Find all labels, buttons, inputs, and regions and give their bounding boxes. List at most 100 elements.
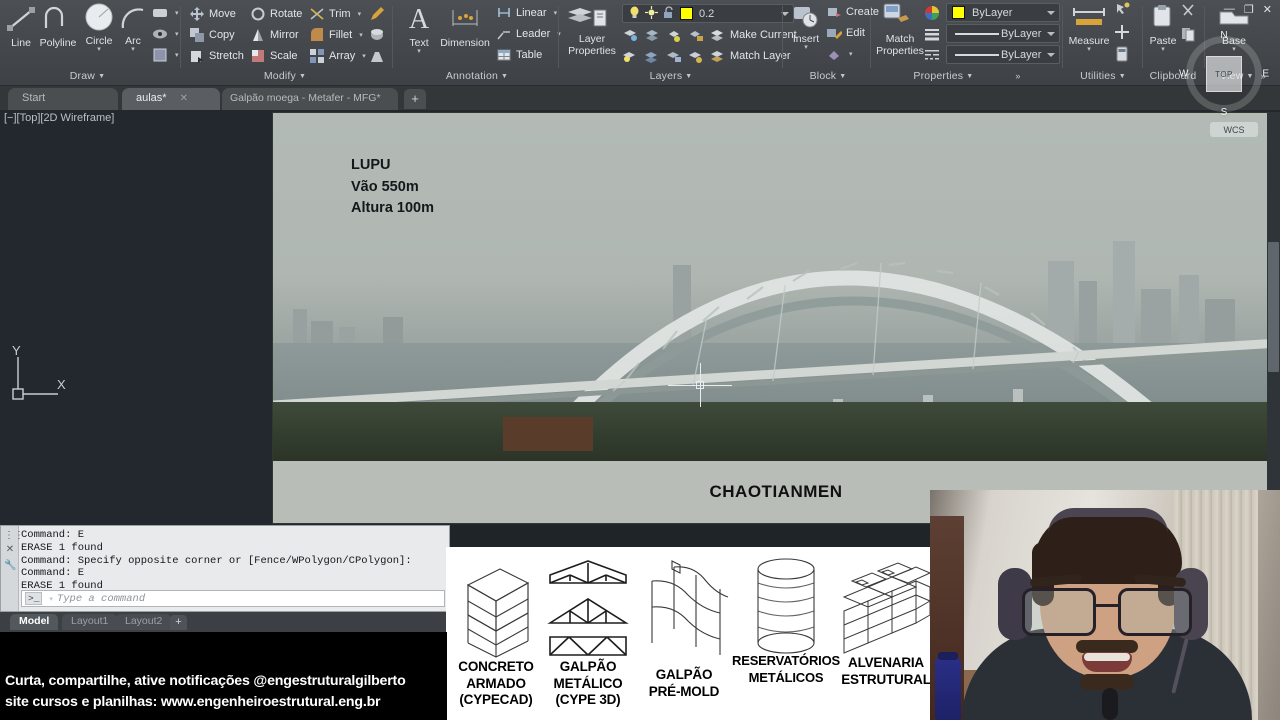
linewidth-control-icon-btn[interactable]: [924, 26, 940, 42]
layer-turn-on-button[interactable]: [622, 48, 638, 64]
quick-select-button[interactable]: [1114, 2, 1130, 18]
sun-freeze-icon[interactable]: [645, 5, 658, 22]
command-prompt-icon[interactable]: >_: [25, 592, 43, 605]
panel-title-layers[interactable]: Layers ▼: [562, 68, 780, 84]
layer-selector-combo[interactable]: 0.2: [622, 4, 794, 23]
edit-block-button[interactable]: Edit: [826, 25, 865, 41]
arc-button[interactable]: Arc ▾: [118, 4, 148, 53]
match-layer-button[interactable]: Match Layer: [710, 48, 791, 64]
layout-tab-layout1[interactable]: Layout1: [62, 614, 118, 630]
layer-isolate-button[interactable]: [622, 27, 638, 43]
file-tab-start[interactable]: Start: [8, 88, 118, 110]
color-control-icon-btn[interactable]: [924, 5, 940, 21]
panel-title-annotation[interactable]: Annotation ▼: [398, 68, 556, 84]
array-button[interactable]: Array ▾: [309, 48, 366, 64]
match-properties-button[interactable]: Match Properties: [876, 2, 924, 57]
panel-title-properties[interactable]: Properties ▼»: [874, 68, 1060, 84]
viewcube-top-face[interactable]: TOP: [1206, 56, 1242, 92]
move-button[interactable]: Move: [189, 6, 236, 22]
command-input-placeholder[interactable]: Type a command: [57, 593, 145, 605]
copy-button[interactable]: Copy: [189, 27, 235, 43]
layer-lock-button[interactable]: [688, 27, 704, 43]
object-linetype-combo[interactable]: ByLayer: [946, 45, 1060, 64]
ellipse-flyout[interactable]: ▾: [152, 26, 179, 42]
layer-unlock-button[interactable]: [666, 48, 682, 64]
fillet-button[interactable]: Fillet ▾: [309, 27, 363, 43]
stretch-button[interactable]: Stretch: [189, 48, 244, 64]
polyline-button[interactable]: Polyline: [36, 4, 80, 49]
close-icon[interactable]: ✕: [180, 93, 188, 104]
chamfer-button[interactable]: [369, 48, 385, 64]
object-color-combo[interactable]: ByLayer: [946, 3, 1060, 22]
new-file-tab-button[interactable]: +: [404, 89, 426, 109]
scrollbar-thumb[interactable]: [1268, 242, 1279, 372]
paste-dropdown-caret[interactable]: ▾: [1146, 46, 1180, 53]
text-button[interactable]: A Text ▾: [402, 2, 436, 55]
chevron-down-icon[interactable]: ▾: [175, 30, 179, 38]
chevron-down-icon[interactable]: ▾: [359, 31, 363, 39]
compass-north[interactable]: N: [1220, 30, 1227, 41]
chevron-down-icon[interactable]: ▾: [49, 595, 53, 603]
linetype-control-icon-btn[interactable]: [924, 47, 940, 63]
circle-button[interactable]: Circle ▾: [78, 2, 120, 53]
edit-polyline-button[interactable]: [369, 6, 385, 22]
arc-dropdown-caret[interactable]: ▾: [118, 46, 148, 53]
compass-west[interactable]: W: [1179, 69, 1188, 80]
minimize-icon[interactable]: —: [1224, 3, 1235, 16]
cut-button[interactable]: [1180, 3, 1196, 19]
customize-wrench-icon[interactable]: 🔧: [4, 560, 16, 572]
drag-handle-icon[interactable]: ⋮⋮: [4, 530, 24, 542]
measure-dropdown-caret[interactable]: ▾: [1066, 46, 1112, 53]
chevron-down-icon[interactable]: ▾: [358, 10, 362, 18]
chevron-down-icon[interactable]: ▾: [849, 50, 853, 58]
layer-freeze-button[interactable]: [644, 27, 660, 43]
compass-east[interactable]: E: [1262, 69, 1269, 80]
paste-button[interactable]: Paste ▾: [1146, 4, 1180, 53]
trim-button[interactable]: Trim ▾: [309, 6, 361, 22]
linear-dimension-button[interactable]: Linear ▾: [496, 5, 557, 21]
layout-tab-model[interactable]: Model: [10, 614, 59, 630]
maximize-icon[interactable]: ❐: [1244, 3, 1254, 16]
layout-tab-layout2[interactable]: Layout2: [116, 614, 172, 630]
object-linewidth-combo[interactable]: ByLayer: [946, 24, 1060, 43]
mirror-button[interactable]: Mirror: [250, 27, 299, 43]
vertical-scrollbar[interactable]: [1267, 112, 1280, 522]
dimension-button[interactable]: Dimension: [436, 4, 494, 49]
chevron-down-icon[interactable]: ▾: [175, 9, 179, 17]
rotate-button[interactable]: Rotate: [250, 6, 302, 22]
chevron-down-icon[interactable]: ▾: [554, 9, 558, 17]
circle-dropdown-caret[interactable]: ▾: [78, 46, 120, 53]
explode-button[interactable]: [369, 27, 385, 43]
make-current-button[interactable]: Make Current: [710, 27, 797, 43]
file-tab-galpao-moega[interactable]: Galpão moega - Metafer - MFG* ✕: [222, 88, 398, 125]
chevron-down-icon[interactable]: [1047, 52, 1055, 57]
chevron-down-icon[interactable]: [1047, 10, 1055, 15]
unlock-icon[interactable]: [662, 5, 675, 22]
layer-merge-button[interactable]: [688, 48, 704, 64]
properties-dialog-launcher[interactable]: »: [1015, 71, 1020, 81]
chevron-down-icon[interactable]: ▾: [362, 52, 366, 60]
block-attributes-flyout[interactable]: ▾: [826, 46, 853, 62]
add-layout-button[interactable]: +: [170, 615, 187, 630]
close-icon[interactable]: ✕: [4, 544, 16, 556]
panel-title-block[interactable]: Block ▼: [786, 68, 870, 84]
leader-button[interactable]: Leader ▾: [496, 26, 561, 42]
object-color-swatch[interactable]: [952, 6, 965, 19]
file-tab-aulas[interactable]: aulas* ✕: [122, 88, 220, 110]
panel-title-utilities[interactable]: Utilities ▼: [1064, 68, 1142, 84]
layer-thaw-button[interactable]: [644, 48, 660, 64]
chevron-down-icon[interactable]: [1047, 31, 1055, 36]
scale-button[interactable]: Scale: [250, 48, 298, 64]
lightbulb-icon[interactable]: [628, 6, 641, 22]
layer-off-button[interactable]: [666, 27, 682, 43]
hatch-flyout[interactable]: ▾: [152, 47, 179, 63]
insert-dropdown-caret[interactable]: ▾: [788, 44, 824, 51]
compass-south[interactable]: S: [1221, 107, 1228, 118]
create-block-button[interactable]: Create: [826, 4, 879, 20]
layer-properties-button[interactable]: Layer Properties: [566, 2, 618, 57]
chevron-down-icon[interactable]: ▾: [175, 51, 179, 59]
measure-button[interactable]: Measure ▾: [1066, 4, 1112, 53]
panel-title-modify[interactable]: Modify ▼: [185, 68, 385, 84]
coordinate-system-selector[interactable]: WCS: [1210, 122, 1258, 137]
table-button[interactable]: Table: [496, 47, 542, 63]
